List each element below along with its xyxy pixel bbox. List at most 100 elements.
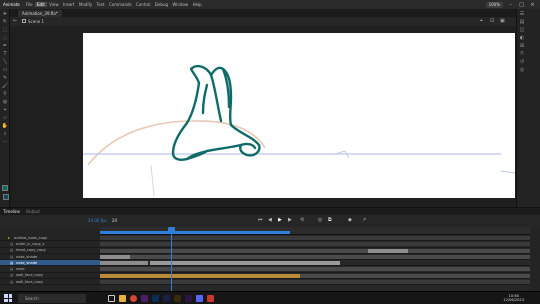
history-icon[interactable]: ↺ xyxy=(519,59,526,65)
file-explorer-icon[interactable] xyxy=(119,294,126,302)
layer-name: outer_lc_copy_s xyxy=(16,241,45,246)
menu-modify[interactable]: Modify xyxy=(77,2,95,7)
premiere-icon[interactable] xyxy=(185,294,192,302)
pencil-tool-icon[interactable]: ✎ xyxy=(2,75,9,81)
brush-tool-icon[interactable]: 🖌 xyxy=(2,83,9,89)
ruler-highlight-range xyxy=(100,231,290,234)
zoom-tool-icon[interactable]: ⌕ xyxy=(2,131,9,137)
edit-multiple-icon[interactable]: ⧉ xyxy=(328,217,332,223)
tools-panel: ➤ ⇱ ⬚ ◌ ✒ T ╲ ▭ ✎ 🖌 ⚲ ◍ ⌖ ▱ ✋ ⌕ ⋯ xyxy=(0,9,10,207)
subselection-tool-icon[interactable]: ⇱ xyxy=(2,19,9,25)
bone-tool-icon[interactable]: ⚲ xyxy=(2,91,9,97)
layer-row[interactable]: ▤ wall_face_copy xyxy=(0,279,100,286)
align-icon[interactable]: ⊞ xyxy=(519,43,526,49)
menu-file[interactable]: File xyxy=(24,2,35,7)
properties-icon[interactable]: ☰ xyxy=(519,11,526,17)
play-icon[interactable]: ▶ xyxy=(278,217,282,223)
document-tab[interactable]: Animation_39.fla* xyxy=(18,10,62,17)
playhead-line[interactable] xyxy=(171,227,172,292)
system-clock[interactable]: 10:58 12/06/2023 xyxy=(503,294,524,303)
frame-span xyxy=(100,280,530,285)
color-panel-icon[interactable]: ◐ xyxy=(519,35,526,41)
windows-start-icon[interactable] xyxy=(4,294,12,302)
paint-bucket-icon[interactable]: ◍ xyxy=(2,99,9,105)
library-icon[interactable]: ▤ xyxy=(519,19,526,25)
maximize-icon[interactable]: □ xyxy=(518,2,525,8)
layer-list: ▸ outline_nose_copy ▤ outer_lc_copy_s ▤ hea… xyxy=(0,235,100,292)
guide-line-vertical xyxy=(150,164,155,197)
music-icon[interactable] xyxy=(207,294,214,302)
scene-icon xyxy=(22,19,26,23)
taskbar-search[interactable]: Search xyxy=(18,293,86,303)
illustrator-icon[interactable] xyxy=(174,294,181,302)
onion-skin-icon[interactable]: ◎ xyxy=(318,217,322,223)
frame-ruler[interactable] xyxy=(100,227,530,235)
minimize-icon[interactable]: – xyxy=(507,2,514,8)
keyframe-block xyxy=(150,261,340,266)
zoom-dropdown[interactable]: 100% xyxy=(485,1,503,8)
close-icon[interactable]: × xyxy=(529,2,536,8)
timeline-tabs: Timeline Output xyxy=(0,208,540,215)
assets-icon[interactable]: ◫ xyxy=(519,27,526,33)
line-tool-icon[interactable]: ╲ xyxy=(2,59,9,65)
center-stage-icon[interactable]: ⊡ xyxy=(490,18,494,24)
keyframe-block xyxy=(100,254,130,259)
chrome-icon[interactable] xyxy=(130,294,137,302)
menu-commands[interactable]: Commands xyxy=(107,2,134,7)
clip-stage-icon[interactable]: ▣ xyxy=(500,18,505,24)
edit-scene-icon[interactable]: ⌖ xyxy=(480,18,483,24)
text-tool-icon[interactable]: T xyxy=(2,51,9,57)
menu-control[interactable]: Control xyxy=(134,2,153,7)
menu-window[interactable]: Window xyxy=(170,2,190,7)
step-forward-icon[interactable]: ▶ xyxy=(288,217,292,223)
menu-text[interactable]: Text xyxy=(94,2,106,7)
free-transform-icon[interactable]: ⬚ xyxy=(2,27,9,33)
menu-help[interactable]: Help xyxy=(190,2,204,7)
frame-readout[interactable]: 24 xyxy=(112,218,117,223)
properties-dock: ☰ ▤ ◫ ◐ ⊞ ⤧ ↺ ◎ xyxy=(516,9,540,207)
scene-label[interactable]: Scene 1 xyxy=(28,19,44,24)
taskbar: Search 10:58 12/06/2023 xyxy=(0,291,540,304)
menu-insert[interactable]: Insert xyxy=(61,2,77,7)
stage-canvas[interactable] xyxy=(83,33,516,198)
frame-span xyxy=(100,261,148,266)
loop-icon[interactable]: ⟲ xyxy=(300,217,304,223)
eyedropper-icon[interactable]: ⌖ xyxy=(2,107,9,113)
back-arrow-icon[interactable]: ← xyxy=(13,18,17,24)
photoshop-icon[interactable] xyxy=(152,294,159,302)
character-sketch xyxy=(171,64,261,161)
selection-tool-icon[interactable]: ➤ xyxy=(2,11,9,17)
transform-icon[interactable]: ⤧ xyxy=(519,51,526,57)
hand-tool-icon[interactable]: ✋ xyxy=(2,123,9,129)
lasso-icon[interactable]: ◌ xyxy=(2,35,9,41)
task-view-icon[interactable] xyxy=(108,294,115,302)
tab-timeline[interactable]: Timeline xyxy=(3,209,20,214)
motion-presets-icon[interactable]: ◎ xyxy=(519,67,526,73)
frame-span xyxy=(100,236,530,240)
more-tools-icon[interactable]: ⋯ xyxy=(2,139,9,145)
layer-name: outline_nose_copy xyxy=(14,235,48,240)
menu-debug[interactable]: Debug xyxy=(153,2,171,7)
discord-icon[interactable] xyxy=(196,294,203,302)
frame-span xyxy=(100,242,530,247)
eraser-icon[interactable]: ▱ xyxy=(2,115,9,121)
frames-grid[interactable] xyxy=(100,235,530,292)
layer-name: nose xyxy=(16,267,25,272)
tab-output[interactable]: Output xyxy=(26,209,40,214)
media-encoder-icon[interactable] xyxy=(163,294,170,302)
guide-mark-right xyxy=(500,170,516,174)
insert-keyframe-icon[interactable]: ◆ xyxy=(348,217,352,223)
animate-app-icon[interactable] xyxy=(141,294,148,302)
pen-tool-icon[interactable]: ✒ xyxy=(2,43,9,49)
stroke-color-swatch[interactable] xyxy=(1,185,8,191)
fps-readout[interactable]: 24.00 fps xyxy=(88,218,107,223)
rectangle-tool-icon[interactable]: ▭ xyxy=(2,67,9,73)
menu-edit[interactable]: Edit xyxy=(34,2,47,7)
step-back-icon[interactable]: ◀ xyxy=(268,217,272,223)
frame-span xyxy=(100,273,300,278)
fill-color-swatch[interactable] xyxy=(3,194,9,200)
tween-icon[interactable]: ↗ xyxy=(362,217,366,223)
layer-name: nose_shade xyxy=(16,260,38,265)
menu-view[interactable]: View xyxy=(47,2,61,7)
play-back-icon[interactable]: ⏮ xyxy=(258,217,263,223)
